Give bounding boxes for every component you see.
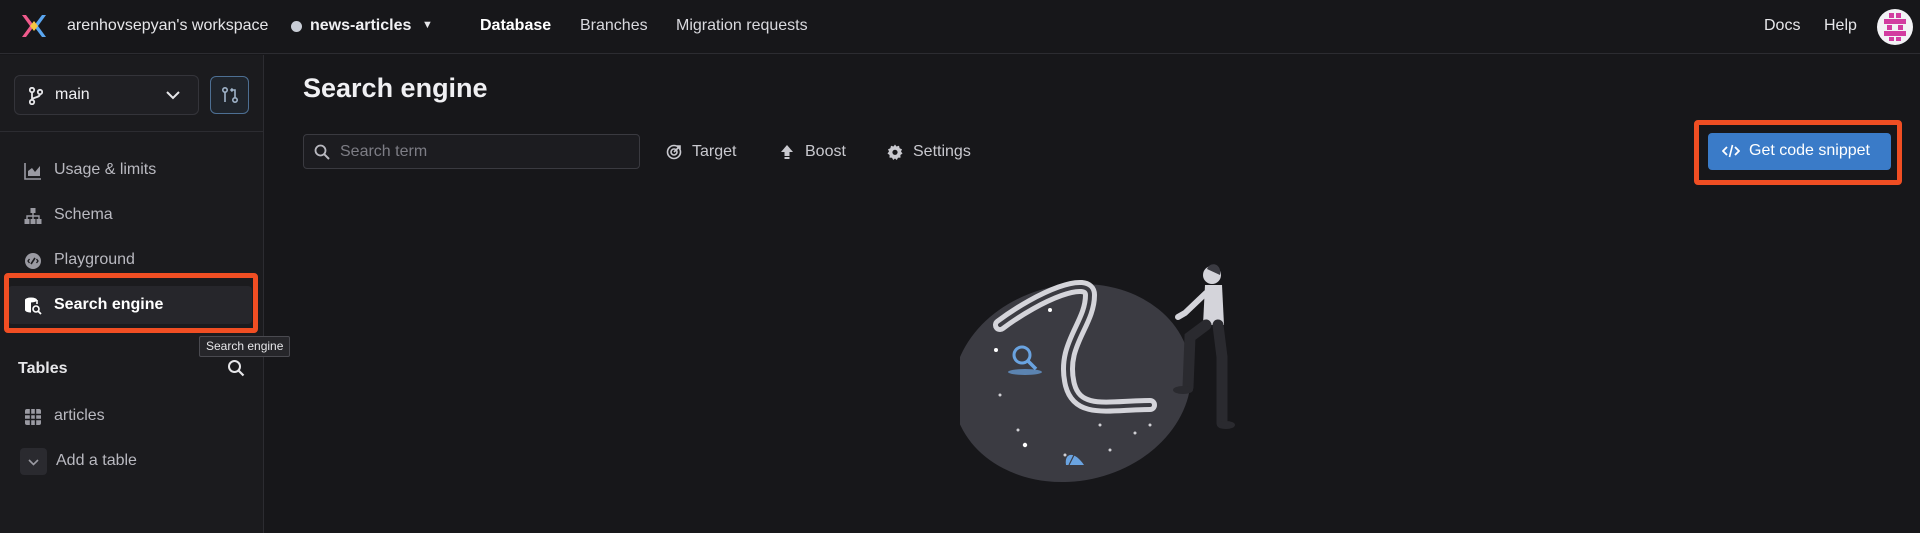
sidebar-item-search-engine[interactable]: Search engine	[8, 286, 252, 324]
search-input[interactable]	[340, 141, 630, 163]
schema-icon	[24, 208, 42, 224]
add-table-button[interactable]	[20, 448, 47, 475]
database-status-dot	[291, 21, 302, 32]
add-table-label[interactable]: Add a table	[56, 452, 137, 470]
page-title: Search engine	[303, 73, 488, 103]
table-item-articles[interactable]: articles	[8, 397, 252, 435]
sidebar-divider	[0, 131, 264, 132]
database-name[interactable]: news-articles	[310, 17, 411, 35]
git-compare-icon	[221, 86, 239, 104]
sidebar-item-label: Schema	[54, 206, 113, 223]
code-icon	[25, 253, 41, 269]
get-code-snippet-button[interactable]: Get code snippet	[1708, 133, 1891, 170]
boost-label: Boost	[805, 143, 846, 160]
git-branch-icon	[29, 87, 43, 105]
avatar[interactable]	[1877, 9, 1913, 45]
sidebar-item-playground[interactable]: Playground	[8, 241, 252, 279]
boost-icon	[781, 145, 793, 159]
chart-icon	[24, 163, 41, 180]
help-link[interactable]: Help	[1824, 17, 1857, 35]
top-bar: arenhovsepyan's workspace news-articles …	[0, 0, 1920, 54]
settings-label: Settings	[913, 143, 971, 160]
docs-link[interactable]: Docs	[1764, 17, 1800, 35]
settings-button[interactable]: Settings	[887, 141, 971, 163]
sidebar-item-usage-limits[interactable]: Usage & limits	[8, 151, 252, 189]
empty-state-illustration	[960, 264, 1235, 483]
chevron-down-icon	[166, 91, 180, 100]
sidebar-item-label: Playground	[54, 251, 135, 268]
get-code-snippet-label: Get code snippet	[1749, 142, 1870, 159]
caret-down-icon[interactable]: ▼	[422, 19, 433, 31]
branch-selector[interactable]: main	[14, 75, 199, 115]
xata-logo-icon[interactable]	[20, 13, 48, 39]
sidebar-item-label: Search engine	[54, 296, 164, 313]
workspace-name[interactable]: arenhovsepyan's workspace	[67, 17, 268, 35]
search-icon[interactable]	[227, 359, 245, 377]
tables-heading: Tables	[18, 360, 68, 377]
branch-compare-button[interactable]	[210, 76, 249, 114]
target-icon	[666, 144, 682, 160]
chevron-down-icon	[28, 459, 39, 466]
search-icon	[314, 144, 330, 160]
tooltip: Search engine	[199, 336, 291, 357]
nav-migration-requests[interactable]: Migration requests	[676, 17, 808, 35]
sidebar: main Usage & limits Schema Playground Se…	[0, 55, 264, 533]
sidebar-item-label: Usage & limits	[54, 161, 157, 178]
table-grid-icon	[25, 409, 41, 425]
nav-branches[interactable]: Branches	[580, 17, 648, 35]
sidebar-item-schema[interactable]: Schema	[8, 196, 252, 234]
search-database-icon	[25, 297, 42, 315]
search-box[interactable]	[303, 134, 640, 169]
boost-button[interactable]: Boost	[779, 141, 846, 163]
gear-icon	[887, 144, 903, 160]
target-button[interactable]: Target	[666, 141, 736, 163]
branch-name: main	[55, 86, 90, 103]
table-item-label: articles	[54, 407, 105, 424]
target-label: Target	[692, 143, 737, 160]
code-icon	[1722, 144, 1740, 158]
nav-database[interactable]: Database	[480, 17, 551, 35]
